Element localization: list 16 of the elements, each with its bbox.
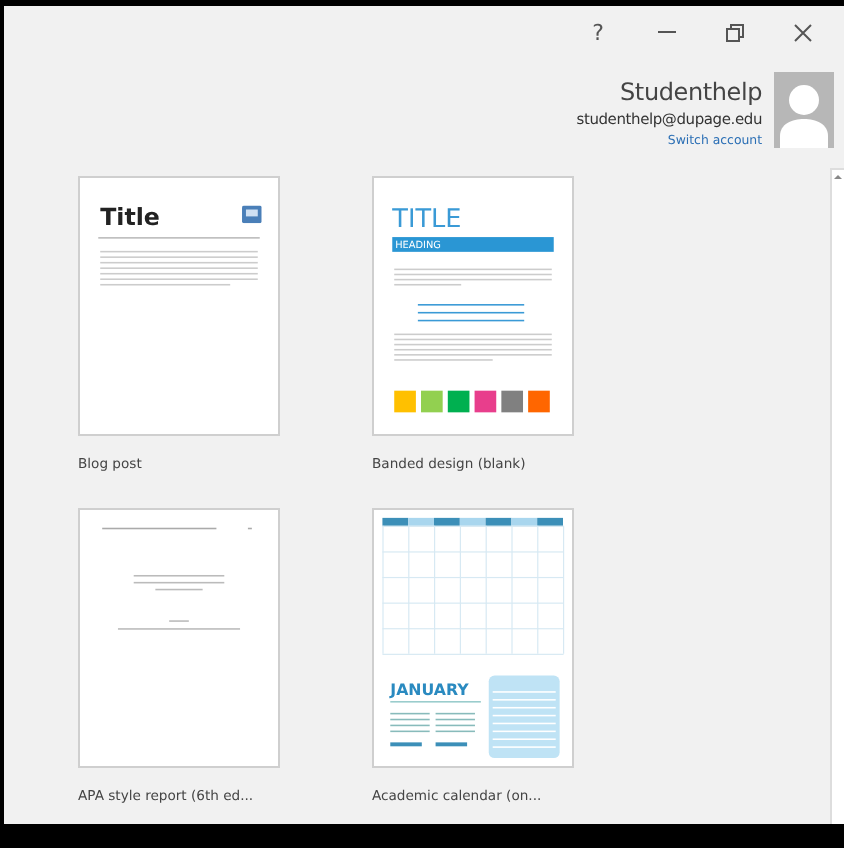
avatar-icon[interactable] xyxy=(774,72,834,148)
notes-box-drawing xyxy=(488,675,560,759)
account-name: Studenthelp xyxy=(620,76,762,108)
help-button[interactable]: ? xyxy=(564,14,632,50)
template-thumbnail[interactable]: JANUARY xyxy=(372,508,574,768)
mini-calendar-drawing xyxy=(390,701,481,747)
comment-icon xyxy=(242,205,262,224)
template-thumbnail[interactable]: Title xyxy=(78,176,280,436)
preview-title: TITLE xyxy=(392,205,462,236)
preview-title: Title xyxy=(100,203,160,232)
template-thumbnail[interactable] xyxy=(78,508,280,768)
scroll-up-icon[interactable] xyxy=(832,170,844,184)
minimize-icon xyxy=(657,30,675,34)
restore-icon xyxy=(725,23,743,41)
month-title: JANUARY xyxy=(390,681,469,700)
close-icon xyxy=(793,23,811,41)
